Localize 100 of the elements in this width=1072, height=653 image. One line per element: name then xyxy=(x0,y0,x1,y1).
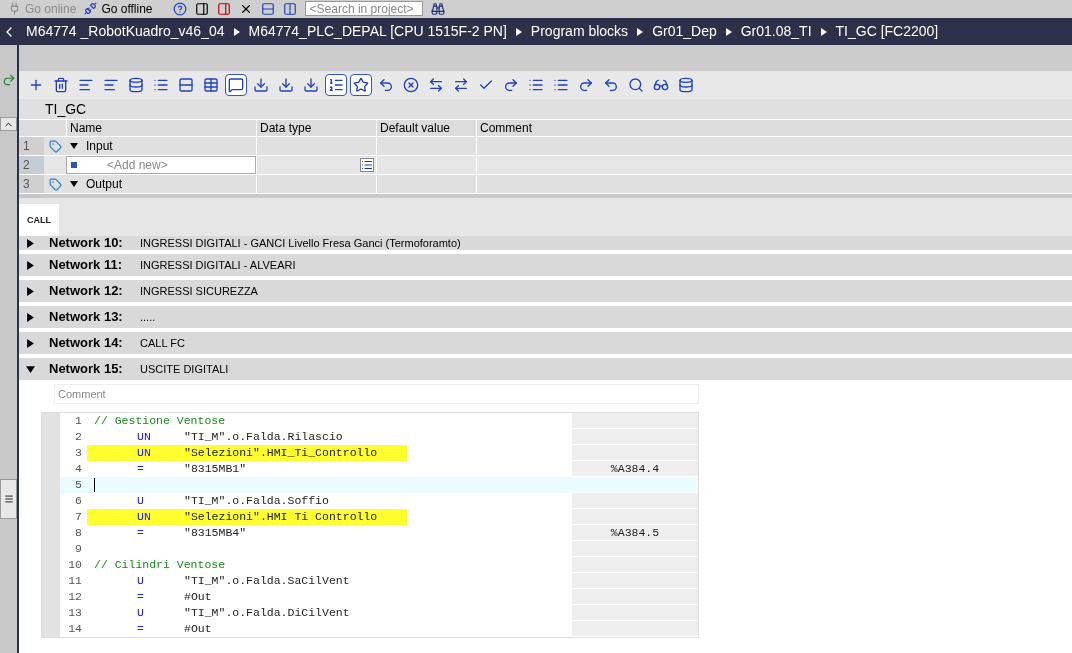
tag-icon xyxy=(48,139,62,153)
column-header[interactable]: Comment xyxy=(476,120,776,136)
network-label: Network 12: xyxy=(49,282,124,301)
section-name: Output xyxy=(86,176,123,193)
breadcrumb-item[interactable]: M64774 _RobotKuadro_v46_04 xyxy=(26,21,225,42)
line-number: 9 xyxy=(74,541,82,557)
splitter-handle[interactable] xyxy=(0,479,17,519)
code-operator: U xyxy=(137,605,145,621)
expand-arrow-icon[interactable] xyxy=(26,338,35,348)
list-icon[interactable] xyxy=(360,158,374,172)
code-operator: U xyxy=(137,493,145,509)
code-operator: U xyxy=(137,573,145,589)
redo-icon[interactable] xyxy=(1,73,16,87)
name-cell[interactable]: <Add new> xyxy=(66,156,256,174)
line-number: 4 xyxy=(74,461,82,477)
code-comment: // Cilindri Ventose xyxy=(94,558,226,571)
line-number: 8 xyxy=(74,525,82,541)
network-title: INGRESSI DIGITALI - ALVEARI xyxy=(140,257,296,273)
code-operator: = xyxy=(137,525,145,541)
breadcrumb-item[interactable]: Program blocks xyxy=(530,21,629,42)
code-operand: "Selezioni".HMI Ti Controllo xyxy=(184,509,378,525)
row-number: 2 xyxy=(19,156,44,174)
address-value: %A384.4 xyxy=(610,460,660,477)
code-operator: UN xyxy=(137,509,152,525)
network-header[interactable]: Network 12: INGRESSI SICUREZZA xyxy=(19,280,1072,302)
expand-arrow-icon[interactable] xyxy=(26,286,35,296)
name-cell[interactable]: Input xyxy=(66,137,256,155)
column-header[interactable]: Data type xyxy=(256,120,376,136)
line-number: 2 xyxy=(74,429,82,445)
code-operand: "8315MB1" xyxy=(184,461,247,477)
network-label: Network 10: xyxy=(49,234,124,253)
column-header[interactable]: Name xyxy=(66,120,256,136)
breadcrumb-item[interactable]: TI_GC [FC2200] xyxy=(835,21,939,42)
network-title: INGRESSI SICUREZZA xyxy=(140,283,258,299)
search-field[interactable]: <Search in project> xyxy=(304,1,423,16)
row-number: 1 xyxy=(19,137,44,155)
expand-arrow-icon[interactable] xyxy=(70,180,78,188)
expand-arrow-icon[interactable] xyxy=(26,312,35,322)
address-value: %A384.5 xyxy=(610,524,660,541)
section-name: Input xyxy=(86,138,113,155)
name-cell[interactable]: Output xyxy=(66,175,256,193)
block-title: TI_GC xyxy=(19,99,1072,119)
network-header[interactable]: Network 14: CALL FC xyxy=(19,332,1072,354)
breadcrumb-item[interactable]: Gr01_Dep xyxy=(652,21,717,42)
separator-icon xyxy=(820,27,827,36)
network-label: Network 13: xyxy=(49,308,124,327)
code-operator: = xyxy=(137,461,145,477)
help-icon[interactable] xyxy=(172,1,187,16)
expand-arrow-icon[interactable] xyxy=(26,238,35,248)
menu-icon xyxy=(3,494,14,504)
separator-icon xyxy=(725,27,732,36)
code-operator: = xyxy=(137,621,145,637)
network-label: Network 15: xyxy=(49,360,124,379)
breadcrumb-item[interactable]: Gr01.08_TI xyxy=(740,21,812,42)
column-header[interactable]: Default value xyxy=(376,120,476,136)
comment-field[interactable]: Comment xyxy=(54,384,699,404)
text-cursor xyxy=(94,478,95,492)
network-header[interactable]: Network 11: INGRESSI DIGITALI - ALVEARI xyxy=(19,254,1072,276)
network-header[interactable]: Network 10: INGRESSI DIGITALI - GANCI Livello Fresa Ganci (Termoforamto) xyxy=(19,236,1072,250)
collapse-arrow-icon[interactable] xyxy=(26,364,35,374)
network-header[interactable]: Network 15: USCITE DIGITALI xyxy=(19,358,1072,380)
network-title: CALL FC xyxy=(140,335,185,351)
code-operand: "TI_M".o.Falda.Rilascio xyxy=(184,429,343,445)
code-operator: UN xyxy=(137,445,152,461)
line-number: 11 xyxy=(67,573,82,589)
network-label: Network 11: xyxy=(49,256,123,275)
call-tab[interactable]: CALL xyxy=(19,204,59,236)
line-number: 13 xyxy=(67,605,82,621)
code-operand: "8315MB4" xyxy=(184,525,247,541)
code-operand: #Out xyxy=(184,589,212,605)
code-operand: "Selezioni".HMI_Ti_Controllo xyxy=(184,445,378,461)
code-operand: "TI_M".o.Falda.SaCilVent xyxy=(184,573,350,589)
numbered-list-icon[interactable] xyxy=(325,74,347,96)
toolbar-button[interactable]: Go offline xyxy=(84,0,153,18)
rows-icon[interactable] xyxy=(260,1,275,16)
code-operand: "TI_M".o.Falda.Soffio xyxy=(184,493,329,509)
tag-icon xyxy=(48,177,62,191)
line-number: 3 xyxy=(74,445,82,461)
network-label: Network 14: xyxy=(49,334,124,353)
plug-icon xyxy=(8,2,21,15)
expand-arrow-icon[interactable] xyxy=(26,260,35,270)
code-operand: #Out xyxy=(184,621,212,637)
binoculars-icon[interactable] xyxy=(430,1,445,16)
network-title: ..... xyxy=(140,309,156,325)
add-new-placeholder[interactable]: <Add new> xyxy=(107,156,168,174)
line-number: 1 xyxy=(74,413,82,429)
columns-icon[interactable] xyxy=(282,1,297,16)
panel-icon[interactable] xyxy=(194,1,209,16)
line-number: 14 xyxy=(67,621,82,637)
bullet-icon xyxy=(71,162,77,168)
network-header[interactable]: Network 13: ..... xyxy=(19,306,1072,328)
network-title: USCITE DIGITALI xyxy=(140,361,229,377)
breadcrumb-item[interactable]: M64774_PLC_DEPAL [CPU 1515F-2 PN] xyxy=(248,21,507,42)
collapse-button[interactable] xyxy=(0,117,17,131)
comment-bubble-icon[interactable] xyxy=(225,74,247,96)
separator-icon xyxy=(515,27,522,36)
expand-arrow-icon[interactable] xyxy=(70,142,78,150)
separator-icon xyxy=(233,27,240,36)
line-number: 12 xyxy=(67,589,82,605)
plug-icon xyxy=(84,2,98,15)
